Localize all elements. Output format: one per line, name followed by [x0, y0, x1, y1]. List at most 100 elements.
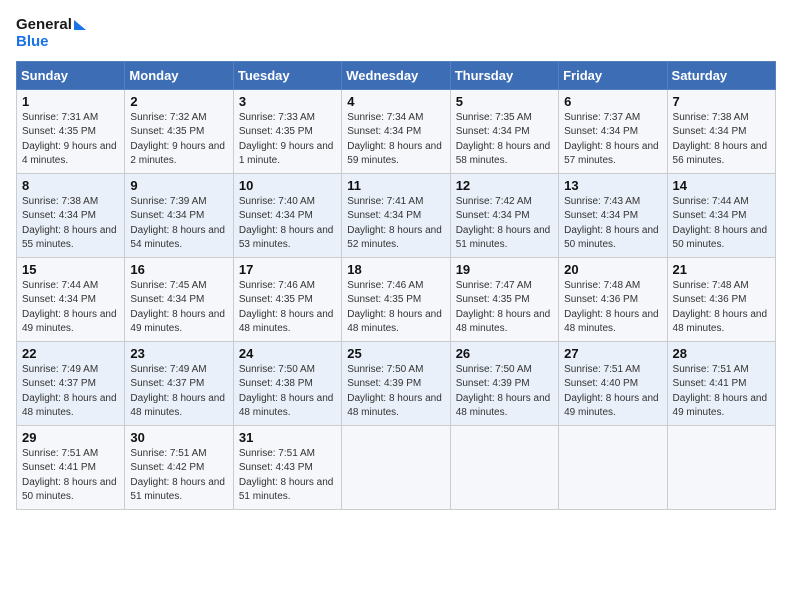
cell-info: Sunrise: 7:44 AMSunset: 4:34 PMDaylight:… — [673, 195, 770, 253]
day-number: 5 — [456, 94, 553, 109]
cell-info: Sunrise: 7:50 AMSunset: 4:39 PMDaylight:… — [347, 363, 444, 421]
cell-info: Sunrise: 7:38 AMSunset: 4:34 PMDaylight:… — [673, 111, 770, 169]
cell-info: Sunrise: 7:48 AMSunset: 4:36 PMDaylight:… — [564, 279, 661, 337]
cell-info: Sunrise: 7:51 AMSunset: 4:43 PMDaylight:… — [239, 447, 336, 505]
cell-info: Sunrise: 7:31 AMSunset: 4:35 PMDaylight:… — [22, 111, 119, 169]
day-number: 2 — [130, 94, 227, 109]
cell-info: Sunrise: 7:51 AMSunset: 4:41 PMDaylight:… — [673, 363, 770, 421]
week-row-4: 22 Sunrise: 7:49 AMSunset: 4:37 PMDayligh… — [17, 341, 776, 425]
day-number: 28 — [673, 346, 770, 361]
cell-info: Sunrise: 7:37 AMSunset: 4:34 PMDaylight:… — [564, 111, 661, 169]
calendar-cell: 4 Sunrise: 7:34 AMSunset: 4:34 PMDaylight… — [342, 89, 450, 173]
column-header-tuesday: Tuesday — [233, 61, 341, 89]
calendar-cell: 28 Sunrise: 7:51 AMSunset: 4:41 PMDayligh… — [667, 341, 775, 425]
calendar-cell: 8 Sunrise: 7:38 AMSunset: 4:34 PMDaylight… — [17, 173, 125, 257]
cell-info: Sunrise: 7:41 AMSunset: 4:34 PMDaylight:… — [347, 195, 444, 253]
day-number: 20 — [564, 262, 661, 277]
day-number: 17 — [239, 262, 336, 277]
day-number: 14 — [673, 178, 770, 193]
calendar-cell: 25Sunrise: 7:50 AMSunset: 4:39 PMDayligh… — [342, 341, 450, 425]
cell-info: Sunrise: 7:39 AMSunset: 4:34 PMDaylight:… — [130, 195, 227, 253]
day-number: 3 — [239, 94, 336, 109]
calendar-cell: 2 Sunrise: 7:32 AMSunset: 4:35 PMDaylight… — [125, 89, 233, 173]
day-number: 21 — [673, 262, 770, 277]
day-number: 6 — [564, 94, 661, 109]
cell-info: Sunrise: 7:51 AMSunset: 4:42 PMDaylight:… — [130, 447, 227, 505]
calendar-cell: 24Sunrise: 7:50 AMSunset: 4:38 PMDayligh… — [233, 341, 341, 425]
calendar-cell: 19 Sunrise: 7:47 AMSunset: 4:35 PMDayligh… — [450, 257, 558, 341]
cell-info: Sunrise: 7:51 AMSunset: 4:40 PMDaylight:… — [564, 363, 661, 421]
cell-info: Sunrise: 7:51 AMSunset: 4:41 PMDaylight:… — [22, 447, 119, 505]
day-number: 10 — [239, 178, 336, 193]
calendar-cell: 27Sunrise: 7:51 AMSunset: 4:40 PMDayligh… — [559, 341, 667, 425]
cell-info: Sunrise: 7:47 AMSunset: 4:35 PMDaylight:… — [456, 279, 553, 337]
day-number: 24 — [239, 346, 336, 361]
cell-info: Sunrise: 7:45 AMSunset: 4:34 PMDaylight:… — [130, 279, 227, 337]
calendar-cell: 29 Sunrise: 7:51 AMSunset: 4:41 PMDayligh… — [17, 425, 125, 509]
week-row-1: 1 Sunrise: 7:31 AMSunset: 4:35 PMDaylight… — [17, 89, 776, 173]
column-header-friday: Friday — [559, 61, 667, 89]
day-number: 29 — [22, 430, 119, 445]
calendar-cell: 7Sunrise: 7:38 AMSunset: 4:34 PMDaylight… — [667, 89, 775, 173]
calendar-cell: 13Sunrise: 7:43 AMSunset: 4:34 PMDayligh… — [559, 173, 667, 257]
calendar-cell: 20 Sunrise: 7:48 AMSunset: 4:36 PMDayligh… — [559, 257, 667, 341]
calendar-cell: 11 Sunrise: 7:41 AMSunset: 4:34 PMDayligh… — [342, 173, 450, 257]
cell-info: Sunrise: 7:40 AMSunset: 4:34 PMDaylight:… — [239, 195, 336, 253]
day-number: 31 — [239, 430, 336, 445]
logo-general: General — [16, 16, 86, 33]
logo-blue: Blue — [16, 33, 86, 50]
calendar-cell: 10 Sunrise: 7:40 AMSunset: 4:34 PMDayligh… — [233, 173, 341, 257]
column-header-saturday: Saturday — [667, 61, 775, 89]
calendar-cell — [559, 425, 667, 509]
logo-text: General Blue — [16, 16, 86, 51]
week-row-3: 15 Sunrise: 7:44 AMSunset: 4:34 PMDayligh… — [17, 257, 776, 341]
cell-info: Sunrise: 7:44 AMSunset: 4:34 PMDaylight:… — [22, 279, 119, 337]
day-number: 9 — [130, 178, 227, 193]
cell-info: Sunrise: 7:42 AMSunset: 4:34 PMDaylight:… — [456, 195, 553, 253]
day-number: 1 — [22, 94, 119, 109]
day-number: 8 — [22, 178, 119, 193]
cell-info: Sunrise: 7:46 AMSunset: 4:35 PMDaylight:… — [239, 279, 336, 337]
calendar-cell: 6 Sunrise: 7:37 AMSunset: 4:34 PMDaylight… — [559, 89, 667, 173]
day-number: 11 — [347, 178, 444, 193]
calendar-cell: 14 Sunrise: 7:44 AMSunset: 4:34 PMDayligh… — [667, 173, 775, 257]
calendar-cell: 18Sunrise: 7:46 AMSunset: 4:35 PMDayligh… — [342, 257, 450, 341]
column-header-sunday: Sunday — [17, 61, 125, 89]
day-number: 18 — [347, 262, 444, 277]
day-number: 13 — [564, 178, 661, 193]
day-number: 15 — [22, 262, 119, 277]
calendar-cell: 30 Sunrise: 7:51 AMSunset: 4:42 PMDayligh… — [125, 425, 233, 509]
calendar-cell: 23 Sunrise: 7:49 AMSunset: 4:37 PMDayligh… — [125, 341, 233, 425]
calendar-cell: 26 Sunrise: 7:50 AMSunset: 4:39 PMDayligh… — [450, 341, 558, 425]
cell-info: Sunrise: 7:33 AMSunset: 4:35 PMDaylight:… — [239, 111, 336, 169]
cell-info: Sunrise: 7:49 AMSunset: 4:37 PMDaylight:… — [130, 363, 227, 421]
calendar-cell: 3 Sunrise: 7:33 AMSunset: 4:35 PMDaylight… — [233, 89, 341, 173]
day-number: 26 — [456, 346, 553, 361]
day-number: 19 — [456, 262, 553, 277]
cell-info: Sunrise: 7:48 AMSunset: 4:36 PMDaylight:… — [673, 279, 770, 337]
calendar-cell: 21 Sunrise: 7:48 AMSunset: 4:36 PMDayligh… — [667, 257, 775, 341]
calendar-cell — [667, 425, 775, 509]
calendar-cell: 15 Sunrise: 7:44 AMSunset: 4:34 PMDayligh… — [17, 257, 125, 341]
day-number: 12 — [456, 178, 553, 193]
day-number: 22 — [22, 346, 119, 361]
calendar-cell: 12 Sunrise: 7:42 AMSunset: 4:34 PMDayligh… — [450, 173, 558, 257]
calendar-table: SundayMondayTuesdayWednesdayThursdayFrid… — [16, 61, 776, 510]
day-number: 4 — [347, 94, 444, 109]
week-row-2: 8 Sunrise: 7:38 AMSunset: 4:34 PMDaylight… — [17, 173, 776, 257]
calendar-cell — [450, 425, 558, 509]
cell-info: Sunrise: 7:38 AMSunset: 4:34 PMDaylight:… — [22, 195, 119, 253]
cell-info: Sunrise: 7:50 AMSunset: 4:39 PMDaylight:… — [456, 363, 553, 421]
calendar-cell — [342, 425, 450, 509]
calendar-cell: 1 Sunrise: 7:31 AMSunset: 4:35 PMDaylight… — [17, 89, 125, 173]
column-header-thursday: Thursday — [450, 61, 558, 89]
day-number: 23 — [130, 346, 227, 361]
cell-info: Sunrise: 7:34 AMSunset: 4:34 PMDaylight:… — [347, 111, 444, 169]
logo: General Blue — [16, 16, 86, 51]
page-header: General Blue — [16, 16, 776, 51]
calendar-cell: 5 Sunrise: 7:35 AMSunset: 4:34 PMDaylight… — [450, 89, 558, 173]
cell-info: Sunrise: 7:35 AMSunset: 4:34 PMDaylight:… — [456, 111, 553, 169]
calendar-cell: 16Sunrise: 7:45 AMSunset: 4:34 PMDayligh… — [125, 257, 233, 341]
day-number: 30 — [130, 430, 227, 445]
cell-info: Sunrise: 7:32 AMSunset: 4:35 PMDaylight:… — [130, 111, 227, 169]
